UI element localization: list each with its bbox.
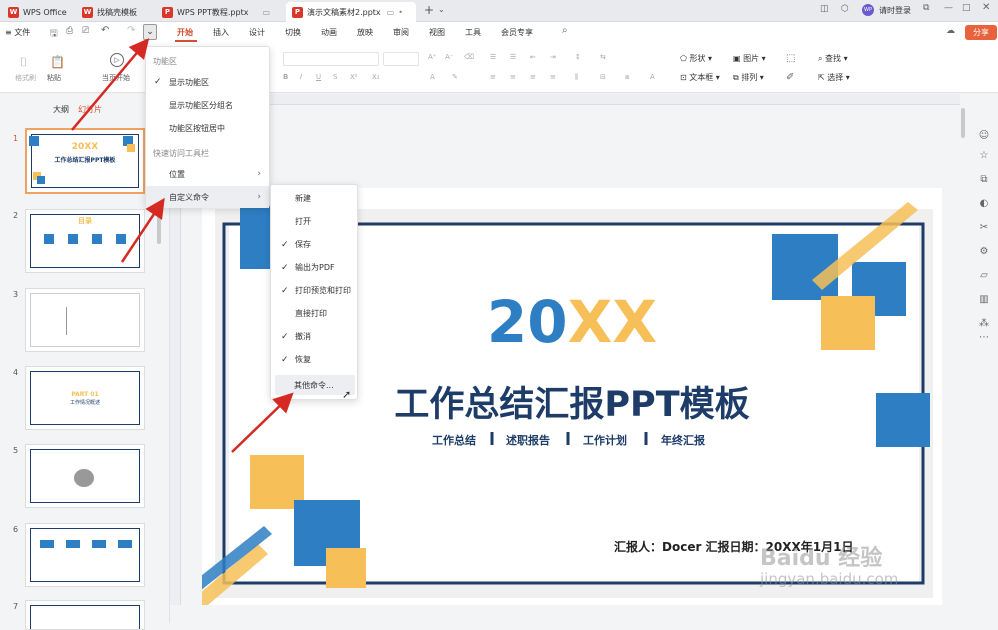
- annotation-arrow: [71, 38, 150, 131]
- annotation-arrow: [231, 392, 294, 453]
- watermark-brand: Baidu 经验: [760, 546, 883, 571]
- annotation-arrow: [120, 197, 165, 263]
- watermark-url: jingyan.baidu.com: [760, 570, 899, 588]
- annotation-arrows: [71, 38, 294, 453]
